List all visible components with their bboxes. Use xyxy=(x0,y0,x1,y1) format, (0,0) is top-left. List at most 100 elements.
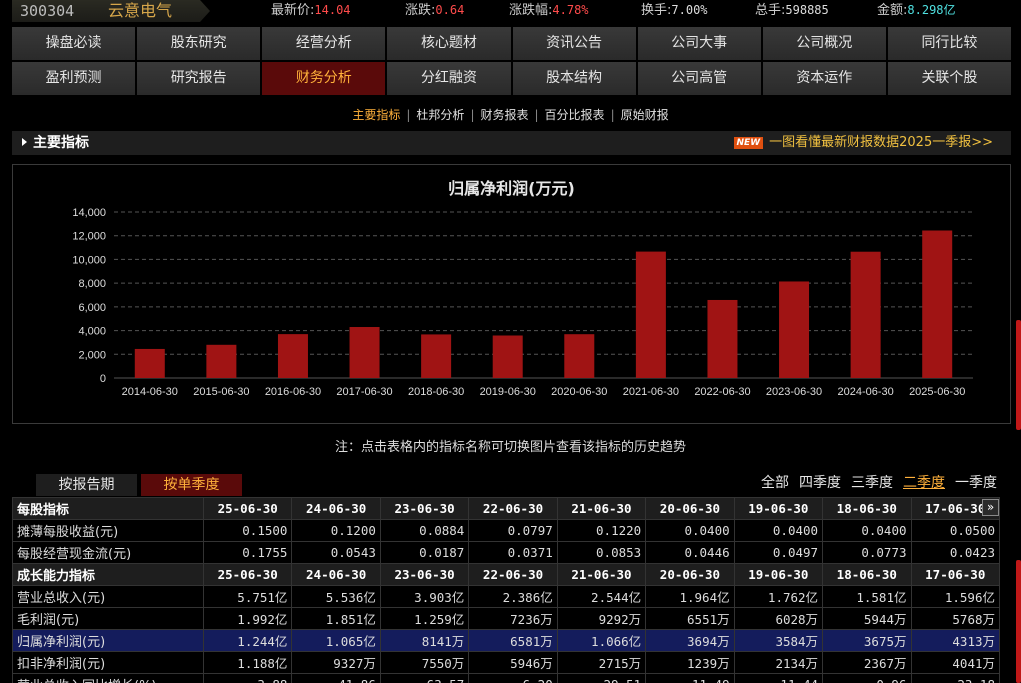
table-cell: 0.0446 xyxy=(645,541,735,564)
period-header: 22-06-30 xyxy=(468,563,558,586)
bar[interactable] xyxy=(206,344,237,378)
nav-item[interactable]: 资讯公告 xyxy=(512,27,636,60)
table-cell: 4313万 xyxy=(910,629,1000,652)
subtab-item[interactable]: 原始财报 xyxy=(617,108,673,122)
quarter-filter: 全部 四季度 三季度 二季度 一季度 xyxy=(751,472,997,492)
y-tick-label: 6,000 xyxy=(78,302,106,314)
bar[interactable] xyxy=(421,334,452,378)
y-tick-label: 14,000 xyxy=(72,207,106,219)
y-tick-label: 4,000 xyxy=(78,326,106,338)
report-link[interactable]: NEW 一图看懂最新财报数据2025一季报>> xyxy=(733,131,993,155)
period-header: 25-06-30 xyxy=(202,563,293,586)
table-cell: -0.96 xyxy=(822,673,912,683)
quote-value: 0.64 xyxy=(435,3,465,17)
bar[interactable] xyxy=(349,327,380,378)
quarter-filter-item[interactable]: 三季度 xyxy=(851,475,893,491)
table-cell: 2134万 xyxy=(733,651,824,674)
table-cell: 7236万 xyxy=(468,607,558,630)
nav-item[interactable]: 分红融资 xyxy=(387,62,511,95)
x-tick-label: 2023-06-30 xyxy=(766,386,822,398)
quarter-filter-item[interactable]: 四季度 xyxy=(799,475,841,491)
table-cell: 23.18 xyxy=(910,673,1000,683)
indicator-name[interactable]: 扣非净利润(元) xyxy=(12,651,204,674)
table-cell: 0.0423 xyxy=(910,541,1000,564)
nav-item[interactable]: 公司概况 xyxy=(762,27,886,60)
bar[interactable] xyxy=(134,348,165,378)
subtab-item[interactable]: 主要指标 xyxy=(348,108,404,122)
table-cell: 2.544亿 xyxy=(556,585,647,608)
nav-item[interactable]: 经营分析 xyxy=(262,27,386,60)
period-header: 24-06-30 xyxy=(291,497,381,520)
nav-item[interactable]: 核心题材 xyxy=(387,27,511,60)
nav-item[interactable]: 操盘必读 xyxy=(12,27,136,60)
quarter-filter-item[interactable]: 一季度 xyxy=(955,475,997,491)
quote-item: 涨跌:0.64 xyxy=(405,0,464,21)
bar[interactable] xyxy=(492,335,523,378)
bar[interactable] xyxy=(922,230,953,378)
expand-triangle-icon xyxy=(22,138,27,146)
nav-item[interactable]: 资本运作 xyxy=(762,62,886,95)
tab-by-single-quarter[interactable]: 按单季度 xyxy=(141,474,242,496)
report-link-text: 一图看懂最新财报数据2025一季报>> xyxy=(769,135,993,150)
table-cell: 2367万 xyxy=(822,651,912,674)
tab-by-report-period[interactable]: 按报告期 xyxy=(36,474,137,496)
quote-item: 涨跌幅:4.78% xyxy=(509,0,589,21)
quarter-filter-item[interactable]: 二季度 xyxy=(903,475,945,491)
x-tick-label: 2022-06-30 xyxy=(694,386,750,398)
nav-item[interactable]: 财务分析 xyxy=(262,62,386,95)
table-cell: 6028万 xyxy=(733,607,824,630)
table-cell: 0.0371 xyxy=(468,541,558,564)
section-header: 主要指标 NEW 一图看懂最新财报数据2025一季报>> xyxy=(12,131,1011,155)
subtab-item[interactable]: 杜邦分析 xyxy=(412,108,468,122)
indicator-name[interactable]: 归属净利润(元) xyxy=(12,629,204,652)
bar[interactable] xyxy=(850,251,881,378)
nav-item[interactable]: 公司大事 xyxy=(637,27,761,60)
bar[interactable] xyxy=(707,299,738,378)
indicator-name[interactable]: 毛利润(元) xyxy=(12,607,204,630)
table-row: 归属净利润(元) 1.244亿 1.065亿 8141万 6581万 1.066亿 3694… xyxy=(12,629,1000,652)
y-tick-label: 8,000 xyxy=(78,278,106,290)
nav-item[interactable]: 股本结构 xyxy=(512,62,636,95)
subtab-item[interactable]: 百分比报表 xyxy=(541,108,609,122)
period-header: 25-06-30 xyxy=(202,497,293,520)
table-row: 营业总收入(元) 5.751亿 5.536亿 3.903亿 2.386亿 2.544亿 1.… xyxy=(12,585,1000,608)
period-header: 18-06-30 xyxy=(822,563,912,586)
table-cell: 0.0797 xyxy=(468,519,558,542)
x-tick-label: 2019-06-30 xyxy=(480,386,536,398)
nav-item[interactable]: 研究报告 xyxy=(137,62,261,95)
indicator-name[interactable]: 每股经营现金流(元) xyxy=(12,541,204,564)
quarter-filter-item[interactable]: 全部 xyxy=(761,475,789,491)
indicator-table: 每股指标 25-06-30 24-06-30 23-06-30 22-06-30 21-0… xyxy=(12,497,1000,683)
table-cell: 1.065亿 xyxy=(291,629,381,652)
indicator-name: 成长能力指标 xyxy=(12,563,204,586)
period-header: 22-06-30 xyxy=(468,497,558,520)
scroll-right-button[interactable]: » xyxy=(982,499,999,516)
side-scroll-indicator-2 xyxy=(1016,560,1021,683)
side-scroll-indicator xyxy=(1016,320,1021,430)
nav-item[interactable]: 股东研究 xyxy=(137,27,261,60)
bar[interactable] xyxy=(779,281,810,378)
table-cell: 0.0497 xyxy=(733,541,824,564)
subtab-item[interactable]: 财务报表 xyxy=(476,108,532,122)
x-tick-label: 2018-06-30 xyxy=(408,386,464,398)
nav-item[interactable]: 关联个股 xyxy=(887,62,1011,95)
table-cell: 6581万 xyxy=(468,629,558,652)
period-header: 17-06-30 xyxy=(910,563,1000,586)
table-cell: 3.903亿 xyxy=(379,585,470,608)
bar[interactable] xyxy=(564,334,595,378)
table-group-header: 成长能力指标 25-06-30 24-06-30 23-06-30 22-06-30 21… xyxy=(12,563,1000,586)
quote-item: 最新价:14.04 xyxy=(271,0,351,21)
indicator-name[interactable]: 营业总收入(元) xyxy=(12,585,204,608)
section-title[interactable]: 主要指标 xyxy=(22,131,89,155)
stock-name: 云意电气 xyxy=(108,1,173,20)
table-cell: 3675万 xyxy=(822,629,912,652)
indicator-name[interactable]: 营业总收入同比增长(%) xyxy=(12,673,204,683)
nav-item[interactable]: 盈利预测 xyxy=(12,62,136,95)
indicator-name: 每股指标 xyxy=(12,497,204,520)
bar[interactable] xyxy=(635,251,666,378)
table-cell: 2715万 xyxy=(556,651,647,674)
nav-item[interactable]: 公司高管 xyxy=(637,62,761,95)
nav-item[interactable]: 同行比较 xyxy=(887,27,1011,60)
bar[interactable] xyxy=(277,334,308,378)
indicator-name[interactable]: 摊薄每股收益(元) xyxy=(12,519,204,542)
